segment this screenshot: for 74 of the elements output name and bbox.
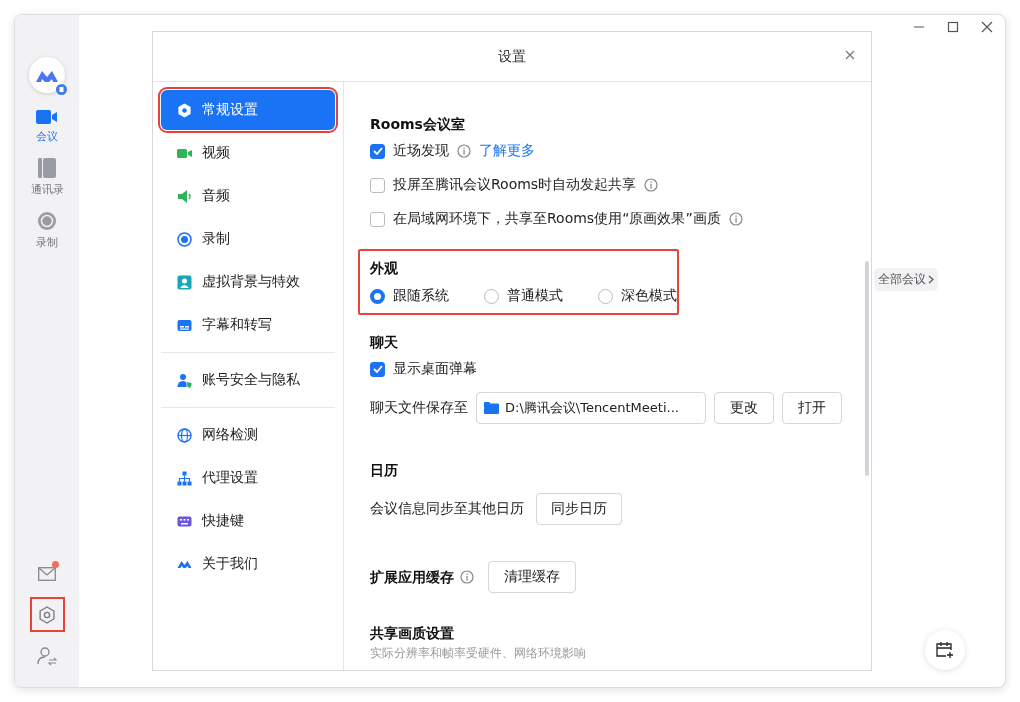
radio-label: 普通模式 <box>507 287 563 305</box>
record-icon <box>177 231 192 247</box>
settings-nav-item[interactable]: 虚拟背景与特效 <box>161 262 335 302</box>
close-button[interactable] <box>843 48 857 62</box>
settings-nav-item[interactable]: 录制 <box>161 219 335 259</box>
settings-nav-item[interactable]: 快捷键 <box>161 501 335 541</box>
sync-calendar-button[interactable]: 同步日历 <box>536 493 622 525</box>
info-icon[interactable] <box>457 144 471 158</box>
settings-nav-item[interactable]: 视频 <box>161 133 335 173</box>
section-heading: Rooms会议室 <box>370 115 465 134</box>
checkbox-label: 在局域网环境下，共享至Rooms使用“原画效果”画质 <box>393 210 721 228</box>
section-heading: 聊天 <box>370 333 398 352</box>
checkbox[interactable] <box>370 211 385 227</box>
folder-icon <box>484 402 499 414</box>
settings-nav-item[interactable]: 字幕和转写 <box>161 305 335 345</box>
hierarchy-icon <box>177 470 192 486</box>
section-heading: 外观 <box>370 259 398 278</box>
notification-dot <box>51 561 59 568</box>
settings-nav-item[interactable]: 代理设置 <box>161 458 335 498</box>
close-icon[interactable] <box>981 21 993 33</box>
radio-button[interactable] <box>370 288 385 304</box>
field-label: 聊天文件保存至 <box>370 399 468 417</box>
settings-icon <box>38 605 56 624</box>
maximize-icon[interactable] <box>947 21 959 33</box>
scrollbar[interactable] <box>865 261 869 476</box>
checkbox[interactable] <box>370 361 385 377</box>
add-calendar-button[interactable] <box>925 630 965 670</box>
row-label: 会议信息同步至其他日历 <box>370 500 524 518</box>
calendar-add-icon <box>936 641 954 659</box>
checkbox-label: 投屏至腾讯会议Rooms时自动发起共享 <box>393 176 637 194</box>
video-camera-icon <box>36 109 58 125</box>
settings-nav-item[interactable]: 音频 <box>161 176 335 216</box>
radio-button[interactable] <box>484 288 499 304</box>
radio-label: 跟随系统 <box>393 287 449 305</box>
globe-icon <box>177 427 192 443</box>
radio-button[interactable] <box>598 288 613 304</box>
portrait-icon <box>177 274 192 290</box>
settings-nav-item[interactable]: 账号安全与隐私 <box>161 360 335 400</box>
book-icon <box>38 158 56 178</box>
nav-tab[interactable]: 通讯录 <box>30 182 64 197</box>
info-icon[interactable] <box>644 178 659 192</box>
section-heading: 扩展应用缓存 <box>370 568 454 587</box>
user-switch-icon <box>37 645 57 666</box>
nav-tab[interactable]: 录制 <box>36 235 58 250</box>
speaker-icon <box>177 188 192 204</box>
dialog-title: 设置 <box>498 47 526 66</box>
settings-nav-item[interactable]: 常规设置 <box>161 90 335 130</box>
info-icon[interactable] <box>460 570 474 584</box>
settings-nav-item[interactable]: 网络检测 <box>161 415 335 455</box>
nav-tab[interactable]: 会议 <box>36 129 58 144</box>
folder-path-field[interactable]: D:\腾讯会议\TencentMeeti... <box>476 392 706 424</box>
user-shield-icon <box>177 372 192 388</box>
chevron-right-icon <box>928 275 934 284</box>
checkbox[interactable] <box>370 143 385 159</box>
clear-cache-button[interactable]: 清理缓存 <box>488 561 576 593</box>
checkbox-label: 近场发现 <box>393 142 449 160</box>
record-icon <box>37 211 57 231</box>
mail-icon <box>38 566 56 581</box>
checkbox[interactable] <box>370 177 385 193</box>
radio-label: 深色模式 <box>621 287 677 305</box>
settings-nav-item[interactable]: 关于我们 <box>161 544 335 584</box>
all-meetings-link[interactable]: 全部会议 <box>874 268 938 291</box>
avatar[interactable] <box>29 57 65 93</box>
subtitles-icon <box>177 317 192 333</box>
info-icon[interactable] <box>728 212 743 226</box>
path-button[interactable]: 打开 <box>782 392 842 424</box>
section-heading: 共享画质设置 <box>370 624 454 643</box>
section-heading: 日历 <box>370 461 398 480</box>
learn-more-link[interactable]: 了解更多 <box>479 142 535 160</box>
path-button[interactable]: 更改 <box>714 392 774 424</box>
rail-button[interactable] <box>29 597 65 632</box>
checkbox-label: 显示桌面弹幕 <box>393 360 477 378</box>
section-note: 实际分辨率和帧率受硬件、网络环境影响 <box>370 646 587 661</box>
gear-icon <box>177 102 192 118</box>
